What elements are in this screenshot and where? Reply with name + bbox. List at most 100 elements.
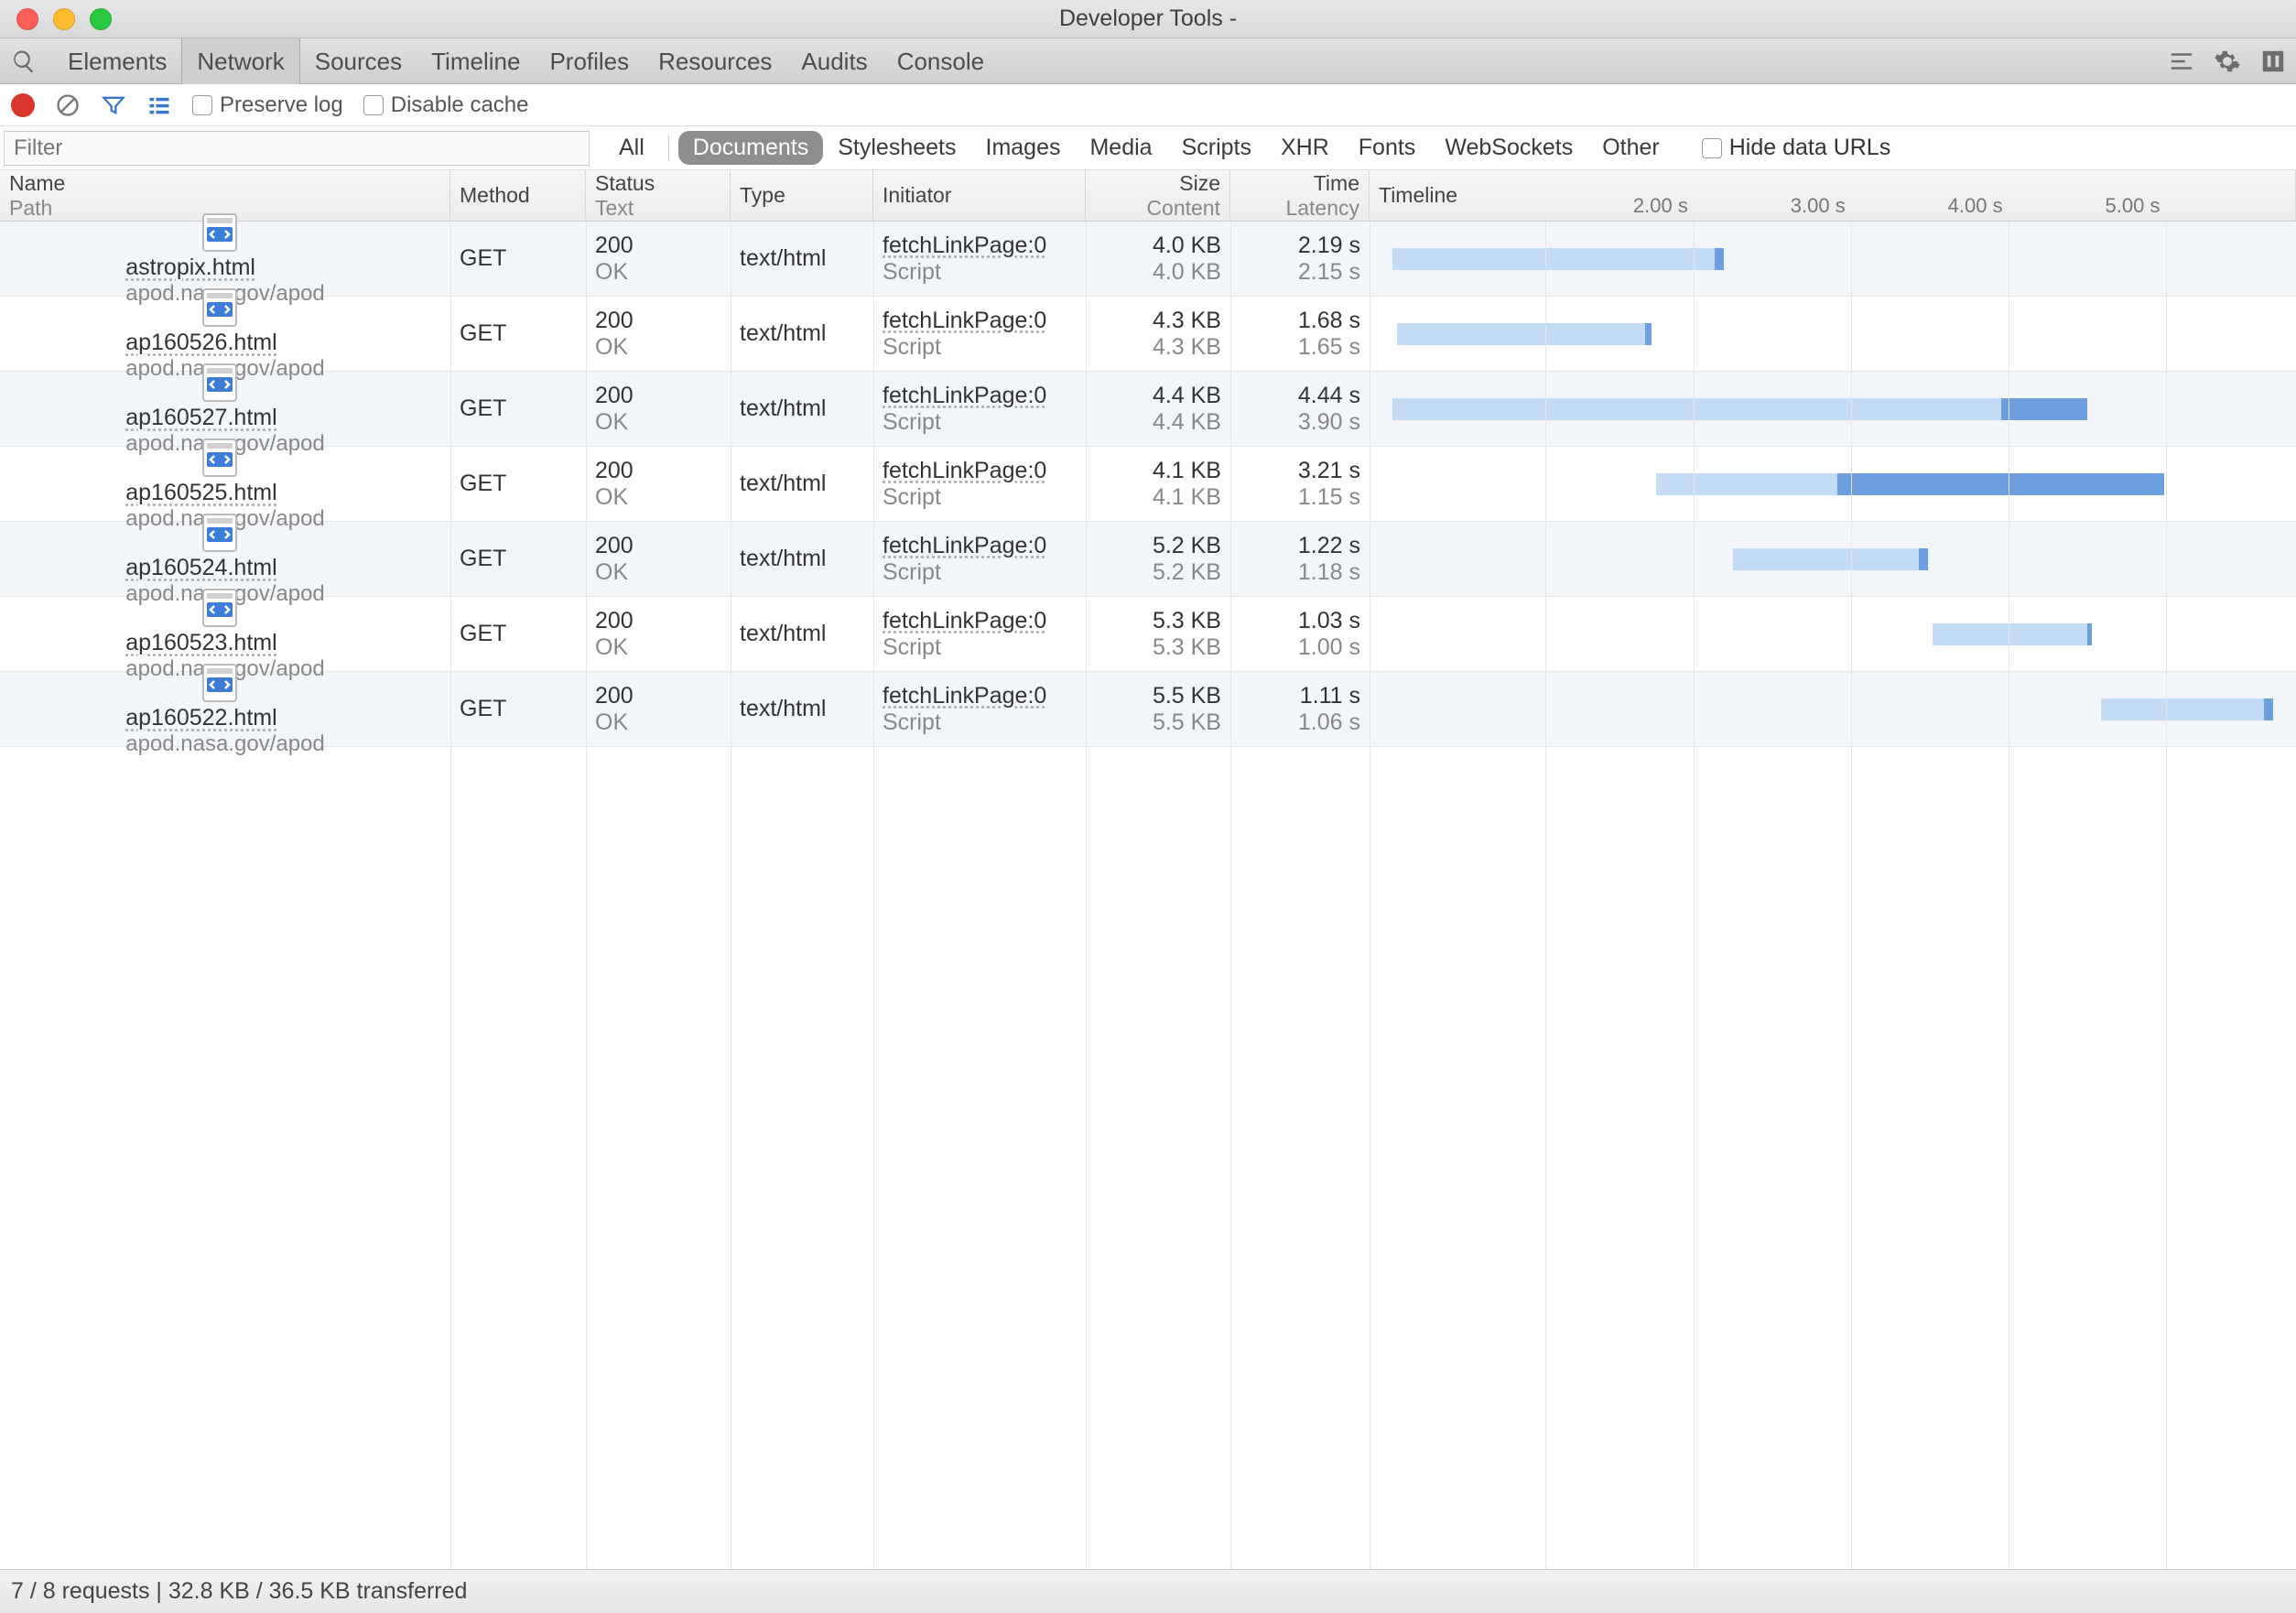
cell-time: 1.11 s1.06 s (1230, 672, 1370, 746)
cell-size: 4.4 KB4.4 KB (1086, 372, 1230, 446)
filter-bar: All DocumentsStylesheetsImagesMediaScript… (0, 126, 2296, 170)
tab-resources[interactable]: Resources (644, 38, 786, 84)
filter-media[interactable]: Media (1075, 131, 1166, 165)
table-row[interactable]: astropix.html apod.nasa.gov/apod GET 200… (0, 222, 2296, 297)
tab-console[interactable]: Console (883, 38, 999, 84)
column-divider (1230, 222, 1231, 1613)
cell-size: 5.5 KB5.5 KB (1086, 672, 1230, 746)
tab-sources[interactable]: Sources (300, 38, 417, 84)
table-row[interactable]: ap160522.html apod.nasa.gov/apod GET 200… (0, 672, 2296, 747)
tab-audits[interactable]: Audits (786, 38, 882, 84)
timeline-gridline (1545, 222, 1546, 1613)
filter-all[interactable]: All (604, 131, 659, 165)
filter-icon[interactable] (101, 92, 126, 118)
preserve-log-label: Preserve log (220, 92, 343, 118)
cell-time: 1.22 s1.18 s (1230, 522, 1370, 596)
request-name[interactable]: astropix.html (125, 254, 325, 281)
tab-profiles[interactable]: Profiles (535, 38, 644, 84)
dock-icon[interactable] (2259, 48, 2287, 75)
filter-stylesheets[interactable]: Stylesheets (823, 131, 970, 165)
search-icon[interactable] (11, 49, 37, 74)
column-size[interactable]: SizeContent (1086, 170, 1230, 221)
column-timeline[interactable]: Timeline 2.00 s3.00 s4.00 s5.00 s (1370, 170, 2296, 221)
list-view-icon[interactable] (146, 92, 172, 118)
request-name[interactable]: ap160523.html (125, 630, 325, 656)
cell-type: text/html (731, 372, 873, 446)
filter-other[interactable]: Other (1587, 131, 1674, 165)
clear-icon[interactable] (55, 92, 81, 118)
checkbox-icon[interactable] (1702, 138, 1722, 158)
drawer-toggle-icon[interactable] (2168, 48, 2195, 75)
cell-status: 200OK (586, 297, 731, 371)
column-status[interactable]: StatusText (586, 170, 731, 221)
cell-timeline (1370, 597, 2296, 671)
request-name[interactable]: ap160522.html (125, 705, 325, 731)
filter-websockets[interactable]: WebSockets (1430, 131, 1587, 165)
record-button[interactable] (11, 93, 35, 117)
document-icon (198, 586, 242, 630)
request-name[interactable]: ap160524.html (125, 555, 325, 581)
request-name[interactable]: ap160525.html (125, 480, 325, 506)
cell-method: GET (450, 672, 586, 746)
tab-timeline[interactable]: Timeline (417, 38, 535, 84)
timeline-gridline (1851, 222, 1852, 1613)
cell-size: 4.0 KB4.0 KB (1086, 222, 1230, 296)
cell-timeline (1370, 522, 2296, 596)
initiator-link[interactable]: fetchLinkPage:0 (883, 233, 1077, 259)
table-row[interactable]: ap160523.html apod.nasa.gov/apod GET 200… (0, 597, 2296, 672)
filter-fonts[interactable]: Fonts (1344, 131, 1431, 165)
initiator-link[interactable]: fetchLinkPage:0 (883, 533, 1077, 559)
cell-type: text/html (731, 222, 873, 296)
checkbox-icon[interactable] (363, 95, 384, 115)
timeline-tick-label: 4.00 s (1948, 194, 2009, 218)
checkbox-icon[interactable] (192, 95, 212, 115)
table-row[interactable]: ap160524.html apod.nasa.gov/apod GET 200… (0, 522, 2296, 597)
column-type[interactable]: Type (731, 170, 873, 221)
request-name[interactable]: ap160527.html (125, 405, 325, 431)
tab-elements[interactable]: Elements (53, 38, 181, 84)
cell-timeline (1370, 222, 2296, 296)
timing-bar-download (2264, 698, 2273, 720)
gear-icon[interactable] (2214, 48, 2241, 75)
maximize-icon[interactable] (90, 8, 112, 30)
initiator-link[interactable]: fetchLinkPage:0 (883, 308, 1077, 334)
filter-input[interactable] (4, 131, 590, 166)
disable-cache-checkbox[interactable]: Disable cache (363, 92, 529, 118)
filter-images[interactable]: Images (971, 131, 1076, 165)
cell-method: GET (450, 447, 586, 521)
table-row[interactable]: ap160525.html apod.nasa.gov/apod GET 200… (0, 447, 2296, 522)
cell-method: GET (450, 522, 586, 596)
timing-bar-download (1837, 473, 2164, 495)
table-row[interactable]: ap160527.html apod.nasa.gov/apod GET 200… (0, 372, 2296, 447)
timing-bar-latency (1392, 398, 2001, 420)
cell-status: 200OK (586, 372, 731, 446)
table-row[interactable]: ap160526.html apod.nasa.gov/apod GET 200… (0, 297, 2296, 372)
tab-network[interactable]: Network (181, 38, 299, 84)
timing-bar-download (1715, 248, 1724, 270)
filter-xhr[interactable]: XHR (1266, 131, 1344, 165)
hide-data-urls-checkbox[interactable]: Hide data URLs (1702, 135, 1890, 161)
cell-method: GET (450, 297, 586, 371)
column-initiator[interactable]: Initiator (873, 170, 1086, 221)
initiator-link[interactable]: fetchLinkPage:0 (883, 608, 1077, 634)
column-method[interactable]: Method (450, 170, 586, 221)
cell-time: 4.44 s3.90 s (1230, 372, 1370, 446)
filter-scripts[interactable]: Scripts (1167, 131, 1266, 165)
initiator-link[interactable]: fetchLinkPage:0 (883, 458, 1077, 484)
hide-data-urls-label: Hide data URLs (1729, 135, 1890, 161)
minimize-icon[interactable] (53, 8, 75, 30)
timing-bar-latency (1392, 248, 1715, 270)
cell-initiator: fetchLinkPage:0 Script (873, 522, 1086, 596)
column-time[interactable]: TimeLatency (1230, 170, 1370, 221)
timeline-tick-label: 3.00 s (1791, 194, 1851, 218)
request-name[interactable]: ap160526.html (125, 330, 325, 356)
initiator-link[interactable]: fetchLinkPage:0 (883, 383, 1077, 409)
cell-type: text/html (731, 522, 873, 596)
cell-status: 200OK (586, 672, 731, 746)
close-icon[interactable] (16, 8, 38, 30)
preserve-log-checkbox[interactable]: Preserve log (192, 92, 343, 118)
document-icon (198, 286, 242, 330)
cell-initiator: fetchLinkPage:0 Script (873, 222, 1086, 296)
initiator-link[interactable]: fetchLinkPage:0 (883, 683, 1077, 709)
filter-documents[interactable]: Documents (678, 131, 823, 165)
